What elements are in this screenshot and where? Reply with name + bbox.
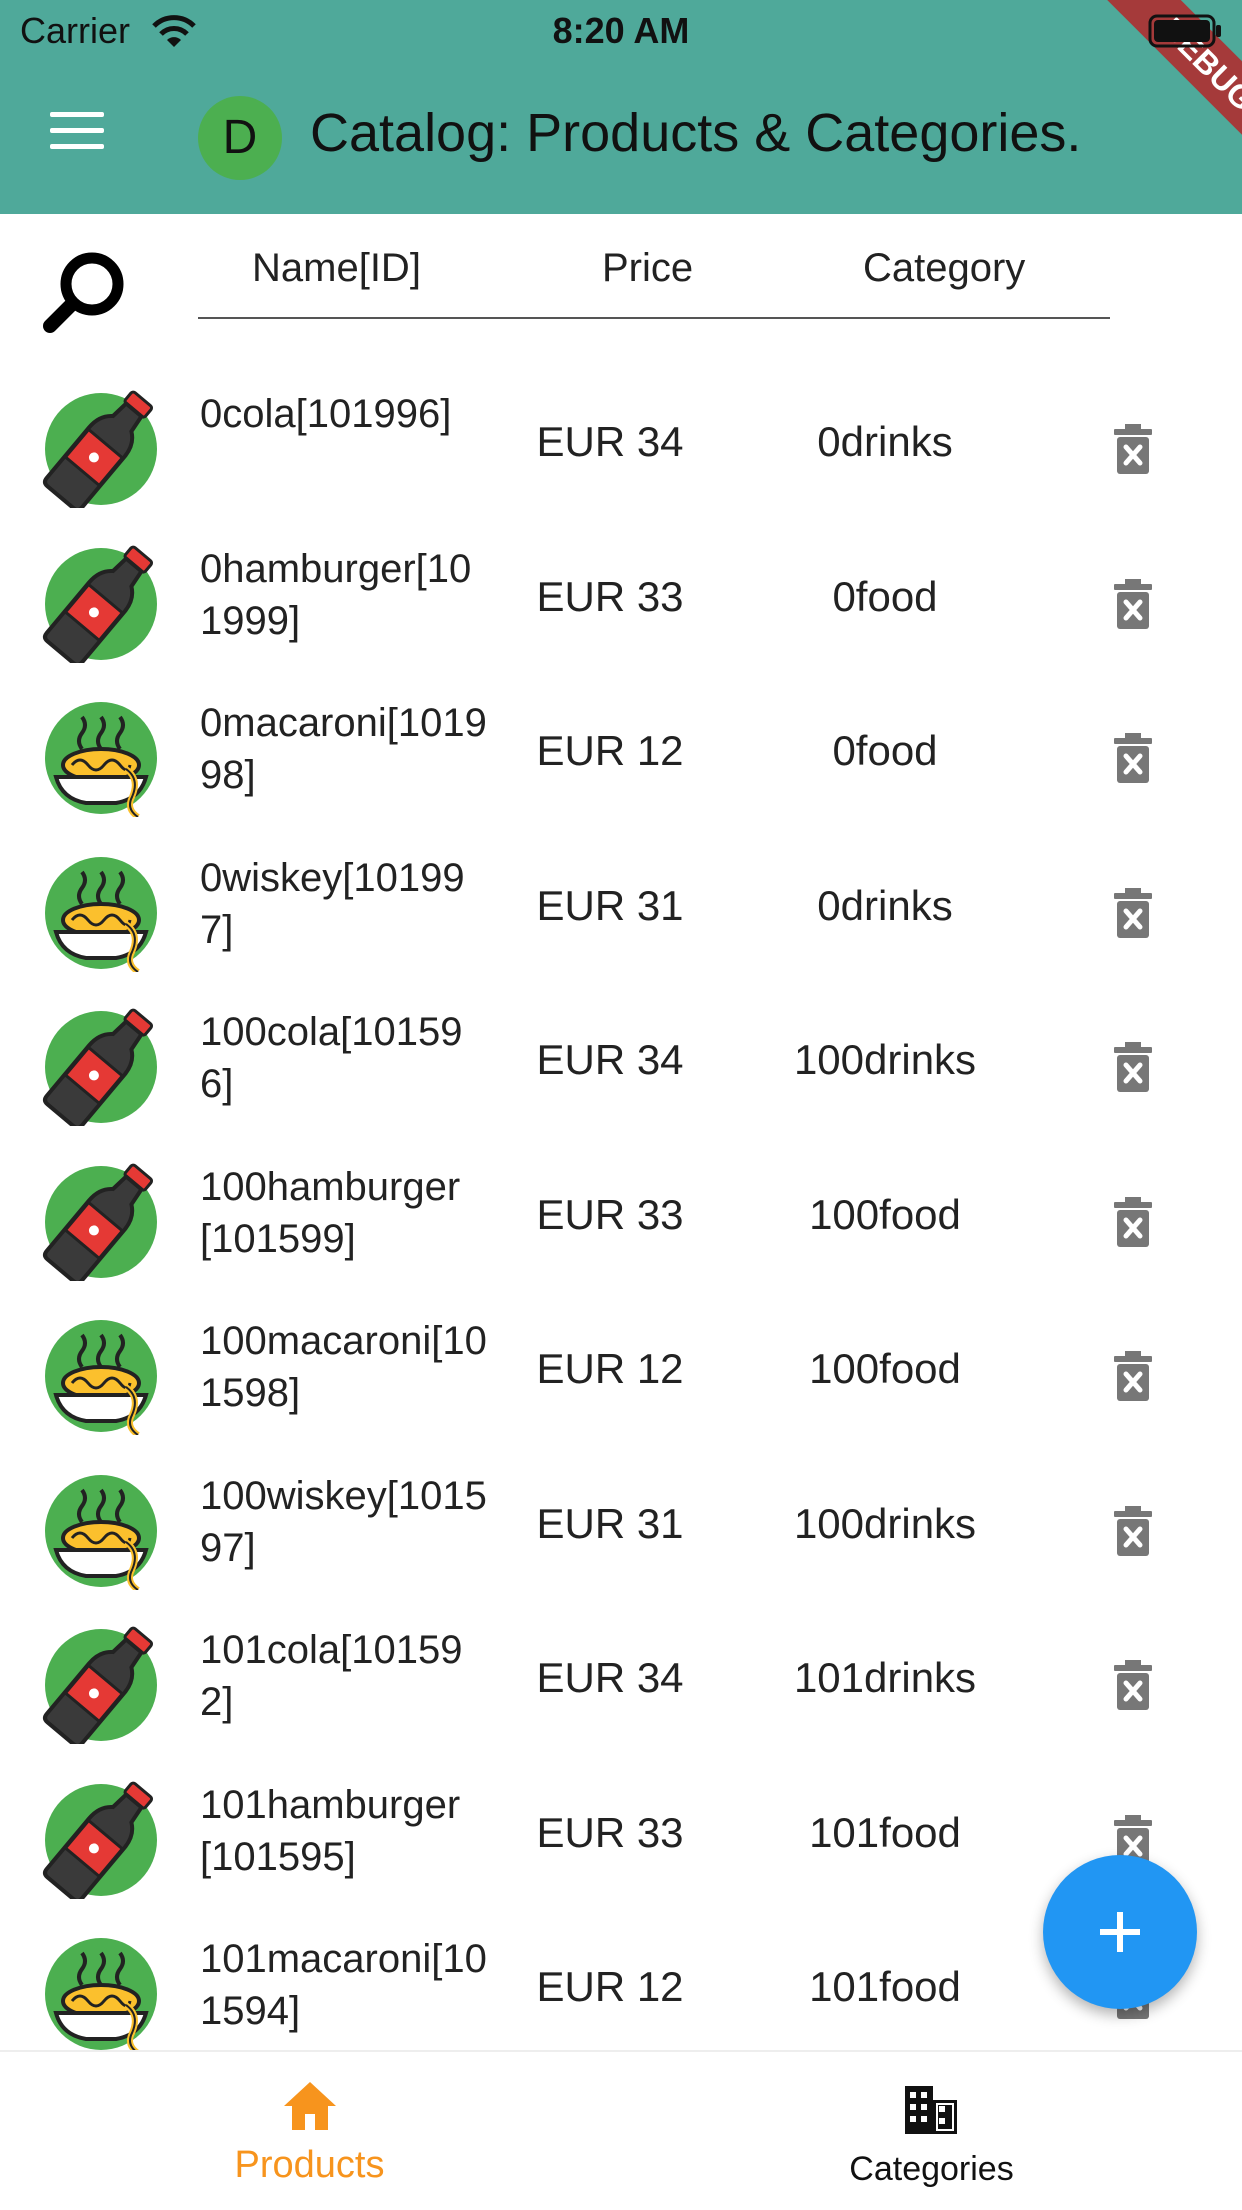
product-price: EUR 34 — [536, 418, 684, 465]
delete-icon[interactable] — [1112, 1042, 1154, 1092]
product-category: 0food — [832, 572, 938, 620]
table-row[interactable]: 0macaroni[101998] EUR 12 0food — [0, 677, 1242, 831]
noodle-bowl-icon — [42, 1935, 160, 2056]
product-name: 0hamburger[101999] — [200, 546, 472, 643]
nav-label-products: Products — [234, 2144, 385, 2186]
delete-icon[interactable] — [1112, 887, 1154, 938]
delete-icon[interactable] — [1112, 1660, 1154, 1710]
cola-bottle-icon — [42, 1626, 160, 1748]
home-icon — [284, 2082, 336, 2130]
table-row[interactable]: 0hamburger[101999] EUR 33 0food — [0, 523, 1242, 677]
product-name: 0macaroni[101998] — [200, 701, 487, 797]
product-category: 101food — [809, 1963, 961, 2010]
cola-bottle-icon — [42, 1008, 160, 1130]
cola-bottle-icon — [42, 545, 160, 667]
product-price: EUR 33 — [536, 1808, 684, 1856]
product-price: EUR 33 — [536, 572, 684, 620]
page-title: Catalog: Products & Categories. — [310, 103, 1082, 163]
product-price: EUR 34 — [536, 1654, 684, 1701]
noodle-bowl-icon — [42, 854, 160, 974]
avatar[interactable]: D — [198, 96, 282, 180]
product-category: 101food — [809, 1808, 961, 1856]
menu-icon[interactable] — [44, 112, 110, 162]
delete-icon[interactable] — [1112, 424, 1154, 474]
product-price: EUR 33 — [536, 1190, 684, 1238]
product-name: 101macaroni[101594] — [200, 1937, 487, 2033]
product-category: 100food — [809, 1345, 961, 1392]
product-category: 0drinks — [817, 418, 953, 465]
table-row[interactable]: 101cola[101592] EUR 34 101drinks — [0, 1604, 1242, 1758]
product-category: 100food — [809, 1190, 961, 1238]
nav-item-products[interactable]: Products — [0, 2052, 621, 2210]
product-price: EUR 34 — [536, 1036, 684, 1083]
add-product-button[interactable] — [1043, 1855, 1197, 2009]
nav-label-categories: Categories — [849, 2150, 1014, 2188]
product-name: 0wiskey[101997] — [200, 855, 465, 952]
plus-icon-vertical — [1117, 1912, 1123, 1952]
product-price: EUR 12 — [536, 1345, 684, 1392]
product-name: 100hamburger[101599] — [200, 1164, 461, 1261]
product-name: 101cola[101592] — [200, 1628, 463, 1724]
delete-icon[interactable] — [1112, 733, 1154, 783]
table-row[interactable]: 100macaroni[101598] EUR 12 100food — [0, 1295, 1242, 1449]
delete-icon[interactable] — [1112, 1196, 1154, 1247]
table-row[interactable]: 100cola[101596] EUR 34 100drinks — [0, 986, 1242, 1140]
product-category: 100drinks — [793, 1036, 977, 1083]
app-bar: DEBUG Carrier 8:20 AM D Catalog: Product… — [0, 0, 1242, 214]
cola-bottle-icon — [42, 390, 160, 512]
product-price: EUR 31 — [536, 881, 684, 929]
column-header-category[interactable]: Category — [863, 246, 1025, 291]
noodle-bowl-icon — [42, 1317, 160, 1438]
table-row[interactable]: 0cola[101996] EUR 34 0drinks — [0, 368, 1242, 522]
product-category: 0drinks — [817, 881, 953, 929]
cola-bottle-icon — [42, 1781, 160, 1903]
product-name: 100wiskey[101597] — [200, 1473, 487, 1570]
product-name: 100cola[101596] — [200, 1010, 463, 1106]
cola-bottle-icon — [42, 1163, 160, 1285]
table-row[interactable]: 100hamburger[101599] EUR 33 100food — [0, 1141, 1242, 1295]
column-header-price[interactable]: Price — [602, 246, 693, 291]
delete-icon[interactable] — [1112, 578, 1154, 629]
nav-item-categories[interactable]: Categories — [621, 2052, 1242, 2210]
product-name: 0cola[101996] — [200, 392, 452, 436]
product-name: 101hamburger[101595] — [200, 1782, 461, 1879]
product-category: 101drinks — [793, 1654, 977, 1701]
delete-icon[interactable] — [1112, 1505, 1154, 1556]
bottom-navigation: Products Categories — [0, 2050, 1242, 2210]
search-icon[interactable] — [40, 246, 130, 336]
product-category: 100drinks — [793, 1499, 977, 1547]
table-row[interactable]: 0wiskey[101997] EUR 31 0drinks — [0, 832, 1242, 986]
product-price: EUR 12 — [536, 1963, 684, 2010]
battery-icon — [1148, 14, 1221, 48]
table-row[interactable]: 100wiskey[101597] EUR 31 100drinks — [0, 1450, 1242, 1604]
building-icon — [905, 2086, 957, 2134]
noodle-bowl-icon — [42, 1472, 160, 1592]
header-divider — [198, 317, 1110, 319]
delete-icon[interactable] — [1112, 1351, 1154, 1401]
column-header-name[interactable]: Name[ID] — [252, 246, 421, 291]
product-name: 100macaroni[101598] — [200, 1319, 487, 1415]
product-price: EUR 12 — [536, 727, 684, 774]
noodle-bowl-icon — [42, 699, 160, 820]
product-category: 0food — [832, 727, 938, 774]
status-time: 8:20 AM — [552, 10, 690, 51]
product-price: EUR 31 — [536, 1499, 684, 1547]
